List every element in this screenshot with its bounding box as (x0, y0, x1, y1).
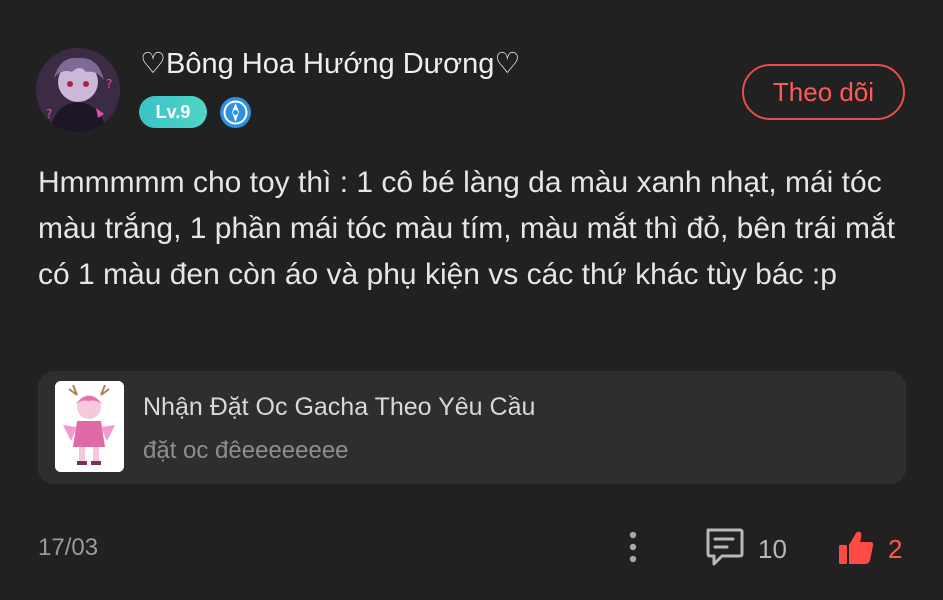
author-name[interactable]: ♡Bông Hoa Hướng Dương♡ (140, 46, 520, 81)
post-date: 17/03 (38, 534, 99, 561)
comment-icon (706, 528, 744, 566)
achievement-badge-icon (219, 96, 252, 129)
like-count: 2 (888, 534, 903, 564)
comment-button[interactable]: 10 (702, 524, 797, 570)
thumbs-up-icon (839, 531, 874, 564)
avatar[interactable]: ? ? (36, 48, 120, 132)
svg-text:?: ? (46, 107, 52, 121)
level-badge: Lv.9 (139, 96, 207, 128)
follow-button[interactable]: Theo dõi (742, 64, 905, 120)
linked-post-card[interactable]: Nhận Đặt Oc Gacha Theo Yêu Cầu đặt oc đê… (38, 371, 906, 484)
like-button[interactable]: 2 (836, 524, 911, 570)
avatar-image: ? ? (36, 48, 120, 132)
linked-post-thumbnail (55, 381, 124, 472)
linked-post-title: Nhận Đặt Oc Gacha Theo Yêu Cầu (143, 393, 536, 421)
svg-text:?: ? (106, 77, 112, 91)
post-card: ? ? ♡Bông Hoa Hướng Dương♡ Lv.9 Theo dõi… (0, 0, 943, 600)
comment-count: 10 (758, 534, 787, 564)
linked-post-subtitle: đặt oc đêeeeeeeee (143, 437, 349, 464)
more-options-icon[interactable] (619, 528, 647, 568)
post-content: Hmmmmm cho toy thì : 1 cô bé làng da màu… (38, 166, 896, 291)
